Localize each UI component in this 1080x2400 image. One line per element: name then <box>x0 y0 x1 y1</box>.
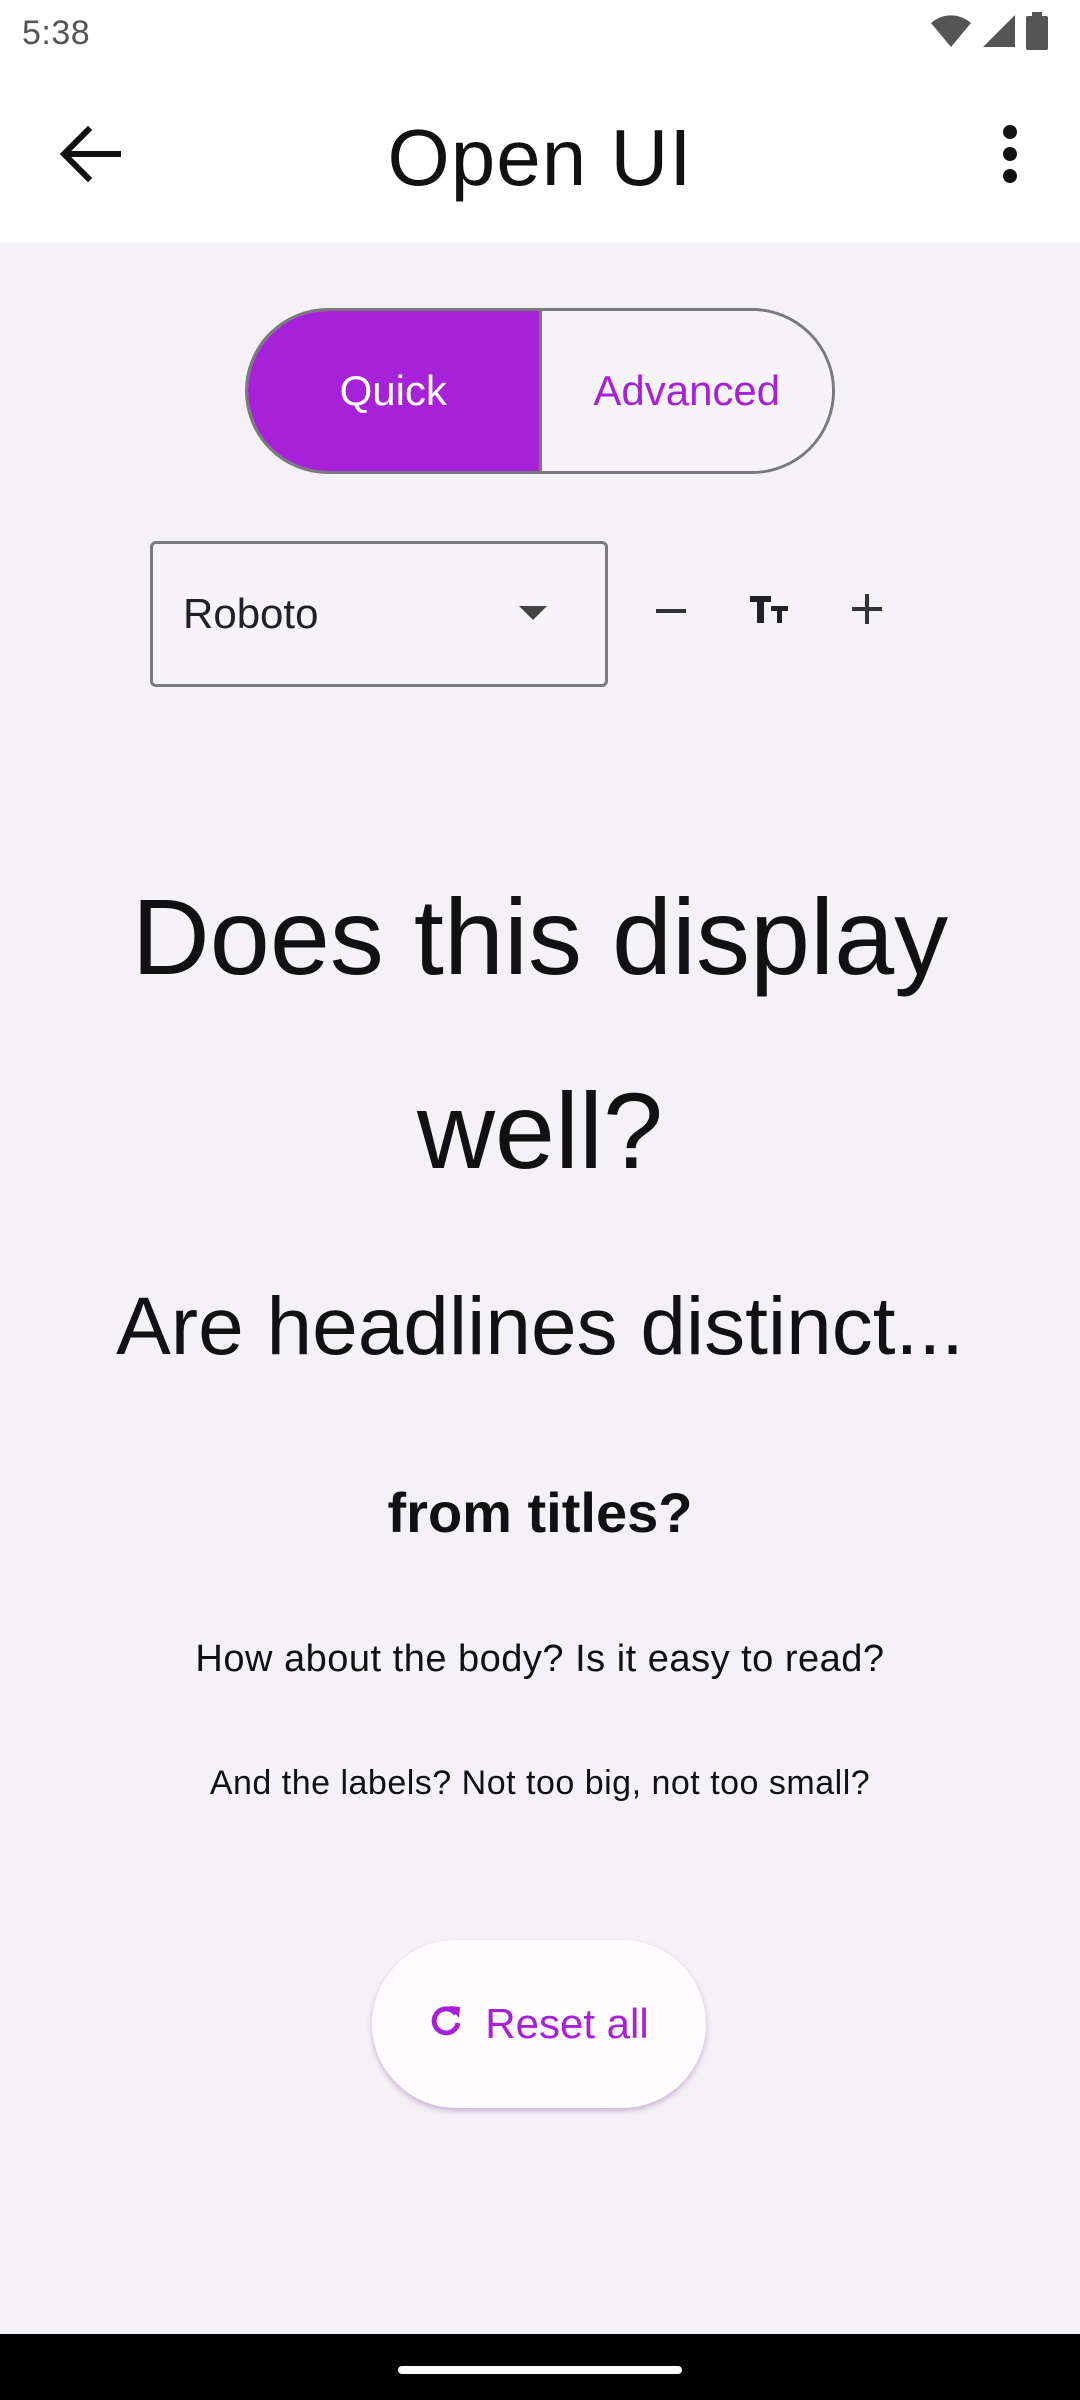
status-icons <box>930 12 1048 55</box>
mode-quick-button[interactable]: Quick <box>248 311 542 471</box>
font-family-dropdown[interactable]: Roboto <box>150 541 608 687</box>
plus-icon <box>852 593 882 629</box>
battery-icon <box>1026 12 1048 55</box>
refresh-icon <box>429 2000 463 2048</box>
text-size-button[interactable] <box>724 566 814 656</box>
preview-body-text: How about the body? Is it easy to read? <box>195 1638 885 1680</box>
more-vert-icon <box>1000 124 1020 189</box>
preview-headline-text: Are headlines distinct... <box>116 1281 964 1372</box>
font-family-value: Roboto <box>183 590 319 637</box>
home-gesture-handle[interactable] <box>398 2366 682 2374</box>
status-bar: 5:38 <box>0 0 1080 66</box>
mode-advanced-button[interactable]: Advanced <box>541 311 832 471</box>
page-title: Open UI <box>387 113 693 202</box>
preview-label-text: And the labels? Not too big, not too sma… <box>209 1764 871 1802</box>
status-time: 5:38 <box>22 14 91 52</box>
signal-icon <box>982 13 1016 54</box>
decrease-font-size-button[interactable] <box>626 566 716 656</box>
minus-icon <box>656 602 686 620</box>
wifi-icon <box>930 13 972 54</box>
text-size-icon <box>749 593 789 630</box>
mode-toggle: Quick Advanced <box>245 308 835 474</box>
preview-display-text: Does this display well? <box>131 876 949 1191</box>
increase-font-size-button[interactable] <box>822 566 912 656</box>
preview-title-text: from titles? <box>387 1481 693 1544</box>
reset-all-button[interactable]: Reset all <box>372 1940 706 2108</box>
more-options-button[interactable] <box>970 116 1050 196</box>
app-bar: Open UI <box>0 66 1080 242</box>
dropdown-arrow-icon <box>519 606 547 620</box>
reset-all-label: Reset all <box>485 2000 649 2047</box>
